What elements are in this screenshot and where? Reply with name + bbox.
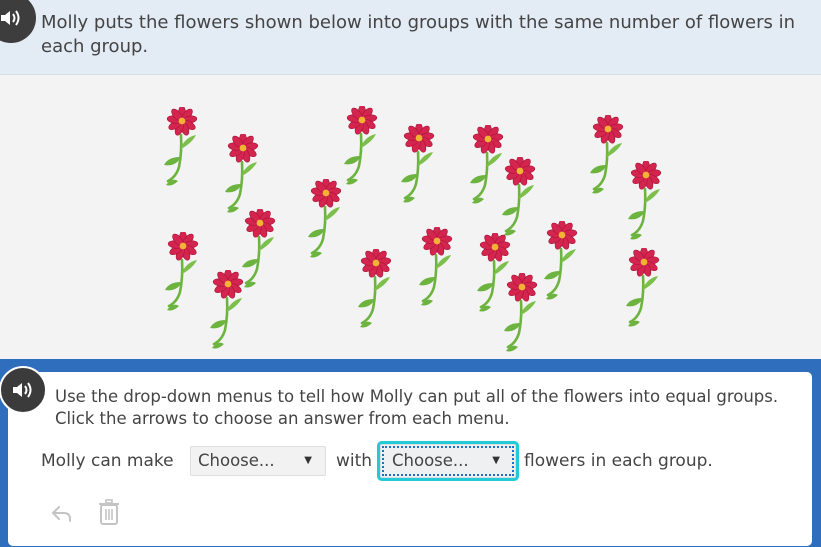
flower-image — [588, 115, 625, 195]
flower-image — [399, 124, 436, 204]
question-prompt: Molly puts the flowers shown below into … — [41, 12, 796, 57]
number-of-groups-dropdown[interactable]: Choose... ▼ — [190, 446, 326, 476]
sentence-part-1: Molly can make — [41, 451, 174, 471]
flower-image — [342, 106, 379, 186]
speaker-icon — [1, 10, 20, 26]
instructions-text: Use the drop-down menus to tell how Moll… — [55, 387, 779, 428]
speaker-icon — [13, 382, 32, 398]
flower-image — [542, 221, 579, 301]
flower-image — [223, 134, 260, 214]
dropdown-selected-value: Choose... — [198, 451, 275, 470]
trash-icon — [99, 499, 119, 525]
flower-image — [306, 179, 343, 259]
flower-image — [356, 249, 393, 329]
flower-image — [502, 273, 539, 353]
flower-image — [626, 161, 663, 241]
undo-button[interactable] — [50, 500, 74, 530]
flower-image — [162, 107, 199, 187]
flower-image — [163, 232, 200, 312]
delete-button[interactable] — [97, 499, 121, 529]
caret-down-icon: ▼ — [492, 455, 500, 466]
undo-icon — [52, 506, 71, 522]
read-aloud-instructions-button[interactable] — [0, 366, 47, 414]
flower-image — [417, 227, 454, 307]
sentence-part-2: with — [336, 451, 373, 471]
flower-picture-area — [0, 75, 821, 359]
flower-image — [624, 248, 661, 328]
sentence-part-3: flowers in each group. — [524, 451, 713, 471]
flower-image — [500, 157, 537, 237]
flowers-per-group-dropdown[interactable]: Choose... ▼ — [380, 444, 516, 478]
flower-image — [208, 270, 245, 350]
dropdown-selected-value: Choose... — [392, 451, 469, 470]
caret-down-icon: ▼ — [304, 455, 312, 466]
